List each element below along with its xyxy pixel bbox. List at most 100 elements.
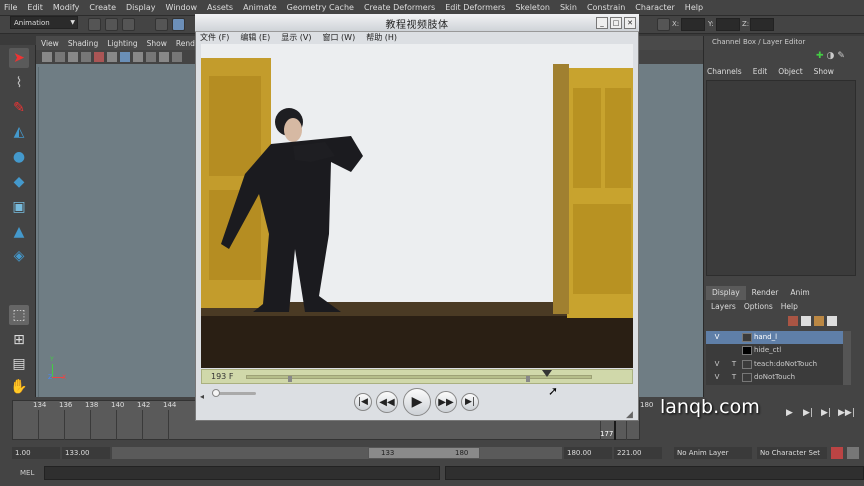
layer-menu-help[interactable]: Help — [781, 302, 798, 311]
volume-icon[interactable]: ◂ — [200, 392, 204, 401]
playback-start-field[interactable]: 133.00 — [62, 447, 110, 459]
volume-knob[interactable] — [212, 389, 220, 397]
cb-menu-show[interactable]: Show — [814, 67, 834, 76]
layer-color-swatch[interactable] — [742, 333, 752, 342]
lights-icon[interactable] — [159, 52, 169, 62]
menu-skin[interactable]: Skin — [560, 3, 577, 12]
y-field[interactable] — [716, 18, 740, 31]
layer-row-donottouch[interactable]: V T doNotTouch — [706, 371, 843, 384]
mode-selector[interactable]: Animation ▼ — [10, 16, 78, 29]
range-handle[interactable]: 133 180 — [368, 447, 480, 459]
open-scene-icon[interactable] — [105, 18, 118, 31]
animation-end-field[interactable]: 221.00 — [614, 447, 662, 459]
new-scene-icon[interactable] — [88, 18, 101, 31]
select-tool-icon[interactable]: ➤ — [9, 48, 29, 68]
seek-thumb[interactable] — [542, 370, 553, 377]
rotate-tool-icon[interactable]: ● — [9, 147, 29, 167]
layer-color-swatch[interactable] — [742, 373, 752, 382]
mel-input[interactable] — [44, 466, 440, 480]
layer-row-hide-ctl[interactable]: hide_ctl — [706, 344, 843, 357]
outliner-layout-icon[interactable]: ▤ — [9, 354, 29, 374]
player-menu-help[interactable]: 帮助 (H) — [366, 32, 397, 44]
cb-menu-object[interactable]: Object — [778, 67, 802, 76]
step-key-forward-icon[interactable]: ▶| — [803, 408, 813, 418]
new-layer-selected-icon[interactable] — [801, 316, 811, 326]
manipulator-icon[interactable]: ▣ — [9, 197, 29, 217]
tab-display[interactable]: Display — [706, 286, 746, 300]
selection-end-marker[interactable] — [526, 376, 530, 382]
bookmark-icon[interactable] — [68, 52, 78, 62]
selection-start-marker[interactable] — [288, 376, 292, 382]
layer-menu-options[interactable]: Options — [744, 302, 773, 311]
player-menu-window[interactable]: 窗口 (W) — [323, 32, 356, 44]
layer-row-hand-l[interactable]: V hand_l — [706, 331, 843, 344]
single-pane-layout-icon[interactable]: ⬚ — [9, 305, 29, 325]
layer-template[interactable]: T — [728, 371, 740, 384]
last-tool-icon[interactable]: ◈ — [9, 246, 29, 266]
vp-menu-show[interactable]: Show — [147, 39, 167, 48]
layer-visibility[interactable]: V — [711, 358, 723, 371]
film-gate-icon[interactable] — [94, 52, 104, 62]
lock-camera-icon[interactable] — [55, 52, 65, 62]
layer-row-teach-donottouch[interactable]: V T teach:doNotTouch — [706, 358, 843, 371]
menu-animate[interactable]: Animate — [243, 3, 277, 12]
tool-settings-icon[interactable]: ✎ — [837, 51, 845, 61]
character-set-selector[interactable]: No Character Set — [757, 447, 827, 459]
playback-end-field[interactable]: 180.00 — [564, 447, 612, 459]
go-to-end-icon[interactable]: ▶| — [461, 393, 479, 411]
layer-visibility[interactable]: V — [711, 331, 723, 344]
vp-menu-lighting[interactable]: Lighting — [107, 39, 137, 48]
fast-forward-icon[interactable]: ▶▶ — [435, 391, 457, 413]
resize-grip-icon[interactable]: ◢ — [626, 410, 636, 420]
camera-icon[interactable] — [42, 52, 52, 62]
smooth-shade-icon[interactable] — [133, 52, 143, 62]
cb-menu-channels[interactable]: Channels — [707, 67, 742, 76]
minimize-icon[interactable]: _ — [596, 17, 608, 29]
menu-help[interactable]: Help — [685, 3, 703, 12]
select-object-icon[interactable] — [172, 18, 185, 31]
wireframe-icon[interactable] — [120, 52, 130, 62]
menu-edit-deformers[interactable]: Edit Deformers — [445, 3, 505, 12]
rewind-icon[interactable]: ◀◀ — [376, 391, 398, 413]
shadows-icon[interactable] — [172, 52, 182, 62]
seek-track[interactable] — [246, 375, 592, 379]
go-to-start-icon[interactable]: |◀ — [354, 393, 372, 411]
player-menu-view[interactable]: 显示 (V) — [281, 32, 311, 44]
maximize-icon[interactable]: □ — [610, 17, 622, 29]
x-field[interactable] — [681, 18, 705, 31]
scale-tool-icon[interactable]: ◆ — [9, 172, 29, 192]
move-layer-up-icon[interactable] — [814, 316, 824, 326]
menu-geometry-cache[interactable]: Geometry Cache — [287, 3, 354, 12]
menu-edit[interactable]: Edit — [27, 3, 43, 12]
cb-menu-edit[interactable]: Edit — [753, 67, 768, 76]
lasso-tool-icon[interactable]: ⌇ — [9, 73, 29, 93]
layer-visibility[interactable]: V — [711, 371, 723, 384]
anim-layer-selector[interactable]: No Anim Layer — [674, 447, 752, 459]
auto-key-icon[interactable] — [831, 447, 843, 459]
select-hierarchy-icon[interactable] — [155, 18, 168, 31]
tab-anim[interactable]: Anim — [784, 286, 815, 300]
video-frame[interactable] — [201, 44, 633, 368]
save-scene-icon[interactable] — [122, 18, 135, 31]
menu-file[interactable]: File — [4, 3, 17, 12]
new-layer-icon[interactable] — [788, 316, 798, 326]
attribute-icon[interactable]: ◑ — [827, 51, 835, 61]
layer-color-swatch[interactable] — [742, 360, 752, 369]
menu-create-deformers[interactable]: Create Deformers — [364, 3, 435, 12]
menu-modify[interactable]: Modify — [53, 3, 80, 12]
channel-icon[interactable]: ✚ — [816, 51, 824, 61]
layer-color-swatch[interactable] — [742, 346, 752, 355]
textured-icon[interactable] — [146, 52, 156, 62]
menu-skeleton[interactable]: Skeleton — [515, 3, 550, 12]
hand-tool-icon[interactable]: ✋ — [9, 377, 29, 397]
move-layer-down-icon[interactable] — [827, 316, 837, 326]
step-forward-icon[interactable]: ▶| — [821, 408, 831, 418]
menu-window[interactable]: Window — [166, 3, 198, 12]
soft-mod-icon[interactable]: ▲ — [9, 222, 29, 242]
play-forward-icon[interactable]: ▶ — [786, 408, 793, 418]
animation-start-field[interactable]: 1.00 — [12, 447, 60, 459]
layer-scrollbar[interactable] — [843, 331, 851, 385]
z-field[interactable] — [750, 18, 774, 31]
vp-menu-view[interactable]: View — [41, 39, 59, 48]
grid-icon[interactable] — [107, 52, 117, 62]
